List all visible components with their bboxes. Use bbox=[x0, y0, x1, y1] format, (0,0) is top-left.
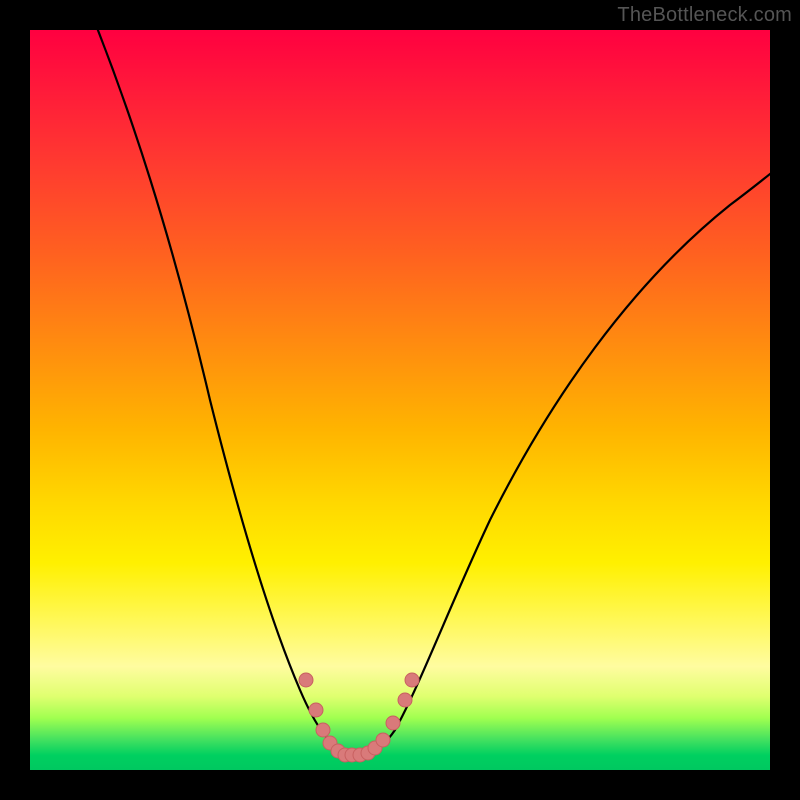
bottleneck-curve bbox=[30, 30, 770, 770]
watermark-text: TheBottleneck.com bbox=[617, 4, 792, 27]
curve-path bbox=[90, 30, 770, 756]
plot-area bbox=[30, 30, 770, 770]
chart-frame: TheBottleneck.com bbox=[0, 0, 800, 800]
